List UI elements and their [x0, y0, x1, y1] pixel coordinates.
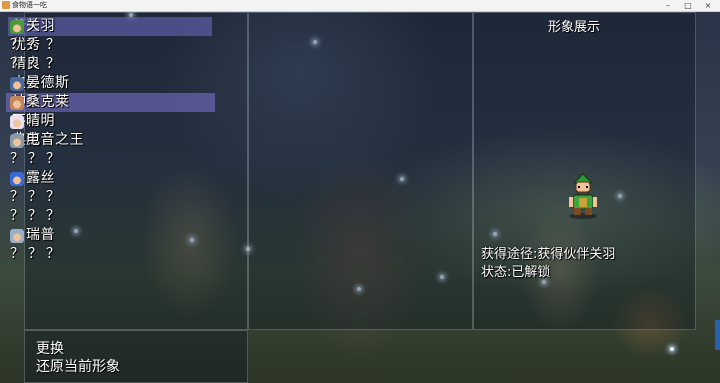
ruipu-icon — [10, 228, 24, 243]
preview-title: 形象展示 — [548, 20, 601, 35]
character-item[interactable]: 晴明 — [10, 112, 215, 131]
character-label: ？？？ — [10, 37, 64, 53]
restore-appearance-button[interactable]: 还原当前形象 — [36, 358, 120, 376]
window-title: 食物语一吃 — [12, 1, 47, 9]
character-item[interactable]: 露丝 — [10, 169, 215, 188]
character-label: 关羽 — [26, 18, 55, 34]
character-label: 晴明 — [26, 113, 55, 129]
dianyin-icon — [10, 133, 24, 148]
character-label: 露丝 — [26, 170, 55, 186]
window-title-bar: 食物语一吃 – □ × — [0, 0, 720, 12]
character-label: ？？？ — [10, 151, 64, 167]
lusi-icon — [10, 171, 24, 186]
maximize-icon[interactable]: □ — [678, 0, 698, 11]
guanyu-sprite-icon — [569, 173, 597, 219]
character-item[interactable]: ？？？ — [10, 150, 215, 169]
character-item[interactable]: ？？？ — [10, 207, 215, 226]
character-label: 瑞普 — [26, 227, 55, 243]
app-icon — [2, 1, 10, 9]
character-item[interactable]: ？？？ — [10, 188, 215, 207]
character-item[interactable]: 晏德斯 — [10, 74, 215, 93]
character-item[interactable]: ？？？ — [10, 245, 215, 264]
guanyu-icon — [10, 19, 24, 34]
character-label: 晏德斯 — [26, 75, 70, 91]
qingming-icon — [10, 114, 24, 129]
edge-scroll-marker — [715, 320, 720, 350]
change-button[interactable]: 更换 — [36, 340, 64, 358]
sparkle — [670, 347, 674, 351]
character-item[interactable]: 瑞普 — [10, 226, 215, 245]
character-label: ？？？ — [10, 246, 64, 262]
character-label: ？？？ — [10, 56, 64, 72]
character-item[interactable]: ？？？ — [10, 55, 215, 74]
character-label: 桑克莱 — [26, 94, 70, 110]
close-icon[interactable]: × — [698, 0, 718, 11]
sangkelai-icon — [10, 95, 24, 110]
character-label: 电音之王 — [26, 132, 84, 148]
yandesi-icon — [10, 76, 24, 91]
character-list-panel — [248, 12, 473, 330]
character-item[interactable]: 关羽 — [8, 17, 215, 36]
character-label: ？？？ — [10, 208, 64, 224]
minimize-icon[interactable]: – — [658, 0, 678, 11]
obtain-method: 获得途径:获得伙伴关羽 — [481, 247, 616, 262]
character-item[interactable]: ？？？ — [10, 36, 215, 55]
unlock-status: 状态:已解锁 — [481, 265, 551, 280]
character-item[interactable]: 桑克莱 — [10, 93, 215, 112]
character-label: ？？？ — [10, 189, 64, 205]
character-item[interactable]: 电音之王 — [10, 131, 215, 150]
